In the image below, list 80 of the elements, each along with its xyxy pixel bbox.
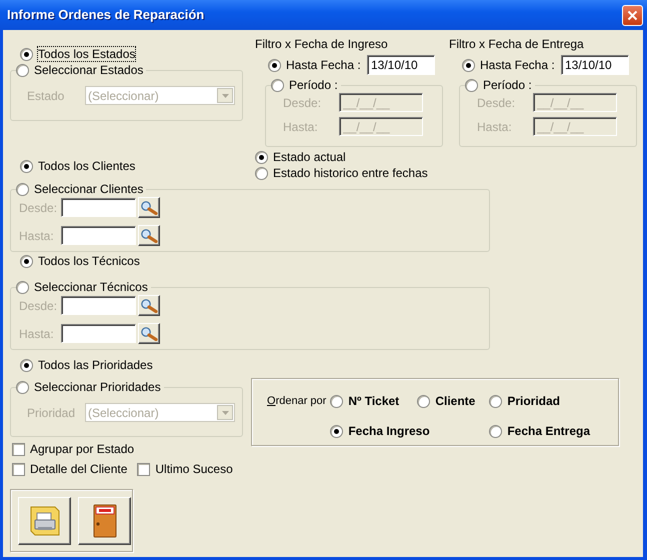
option-label[interactable]: Todos los Técnicos — [38, 254, 140, 268]
search-icon — [140, 298, 158, 312]
field-label: Desde: — [19, 298, 58, 312]
option-label[interactable]: Estado historico entre fechas — [273, 166, 428, 180]
option-label[interactable]: Hasta Fecha : — [286, 58, 361, 72]
dropdown-arrow-icon — [222, 94, 228, 98]
radio-button[interactable] — [255, 166, 268, 180]
printer-icon — [28, 505, 62, 537]
radio-button[interactable] — [268, 58, 281, 72]
field-label: Prioridad — [27, 406, 76, 420]
checkbox[interactable] — [12, 442, 25, 456]
radio-button[interactable] — [20, 48, 33, 60]
input-field[interactable] — [61, 226, 136, 245]
option-label[interactable]: Hasta Fecha : — [480, 58, 555, 72]
search-button[interactable] — [138, 323, 160, 344]
radio-button[interactable] — [489, 394, 502, 408]
option-label[interactable]: Período : — [289, 77, 338, 93]
checkbox[interactable] — [12, 462, 25, 476]
option-label[interactable]: Estado actual — [273, 150, 346, 164]
option-label[interactable]: Todos las Prioridades — [38, 358, 153, 372]
field-label: Desde: — [19, 200, 58, 214]
option-label[interactable]: Todos los Clientes — [38, 159, 136, 173]
input-field[interactable] — [61, 324, 136, 343]
field-label: Hasta: — [19, 228, 55, 242]
radio-button[interactable] — [16, 182, 29, 196]
option-label[interactable]: Nº Ticket — [348, 394, 400, 408]
radio-button[interactable] — [20, 358, 33, 372]
option-label[interactable]: Período : — [483, 77, 532, 93]
door-icon — [92, 504, 118, 538]
window-title: Informe Ordenes de Reparación — [7, 8, 206, 22]
radio-button[interactable] — [255, 150, 268, 164]
exit-button[interactable] — [78, 497, 131, 545]
option-label[interactable]: Seleccionar Técnicos — [34, 279, 148, 295]
option-label[interactable]: Seleccionar Estados — [34, 62, 144, 78]
field-label: Desde: — [477, 96, 516, 110]
radio-button[interactable] — [20, 254, 33, 268]
radio-button[interactable] — [16, 280, 29, 294]
print-button[interactable] — [18, 497, 71, 545]
option-label[interactable]: Ultimo Suceso — [155, 462, 233, 476]
radio-button[interactable] — [16, 380, 29, 394]
section-title: Filtro x Fecha de Ingreso — [255, 37, 389, 51]
radio-button[interactable] — [271, 78, 284, 92]
input-field[interactable] — [61, 296, 136, 315]
radio-button[interactable] — [16, 64, 29, 76]
search-icon — [140, 326, 158, 340]
option-label[interactable]: Agrupar por Estado — [30, 442, 134, 456]
option-label[interactable]: Detalle del Cliente — [30, 462, 128, 476]
section-title: Filtro x Fecha de Entrega — [449, 37, 585, 51]
field-label: Hasta: — [477, 120, 513, 134]
search-button[interactable] — [138, 295, 160, 316]
dropdown-arrow-icon — [222, 410, 228, 414]
search-icon — [140, 228, 158, 242]
radio-button[interactable] — [462, 58, 475, 72]
search-button[interactable] — [138, 197, 160, 218]
field-label: Estado — [27, 88, 66, 102]
radio-button[interactable] — [489, 424, 502, 438]
input-field[interactable] — [61, 198, 136, 217]
date-field[interactable]: 13/10/10 — [561, 55, 629, 75]
option-label[interactable]: Prioridad — [507, 394, 560, 408]
option-label[interactable]: Seleccionar Clientes — [34, 181, 144, 197]
radio-button[interactable] — [465, 78, 478, 92]
option-label[interactable]: Fecha Ingreso — [348, 424, 430, 438]
radio-button[interactable] — [20, 160, 33, 172]
option-label[interactable]: Fecha Entrega — [507, 424, 590, 438]
option-label[interactable]: Seleccionar Prioridades — [34, 379, 161, 395]
field-label: Hasta: — [283, 120, 319, 134]
radio-button[interactable] — [417, 394, 430, 408]
date-field[interactable]: 13/10/10 — [367, 55, 435, 75]
close-button[interactable] — [622, 4, 643, 26]
search-icon — [140, 200, 158, 214]
option-label[interactable]: Cliente — [435, 394, 476, 408]
checkbox[interactable] — [137, 462, 150, 476]
radio-button[interactable] — [330, 394, 344, 408]
close-icon — [627, 10, 638, 20]
field-label: Hasta: — [19, 326, 55, 340]
field-label: Ordenar por — [267, 394, 326, 409]
radio-button[interactable] — [330, 424, 344, 438]
search-button[interactable] — [138, 225, 160, 246]
option-label[interactable]: Todos los Estados — [38, 47, 136, 61]
field-label: Desde: — [283, 96, 322, 110]
